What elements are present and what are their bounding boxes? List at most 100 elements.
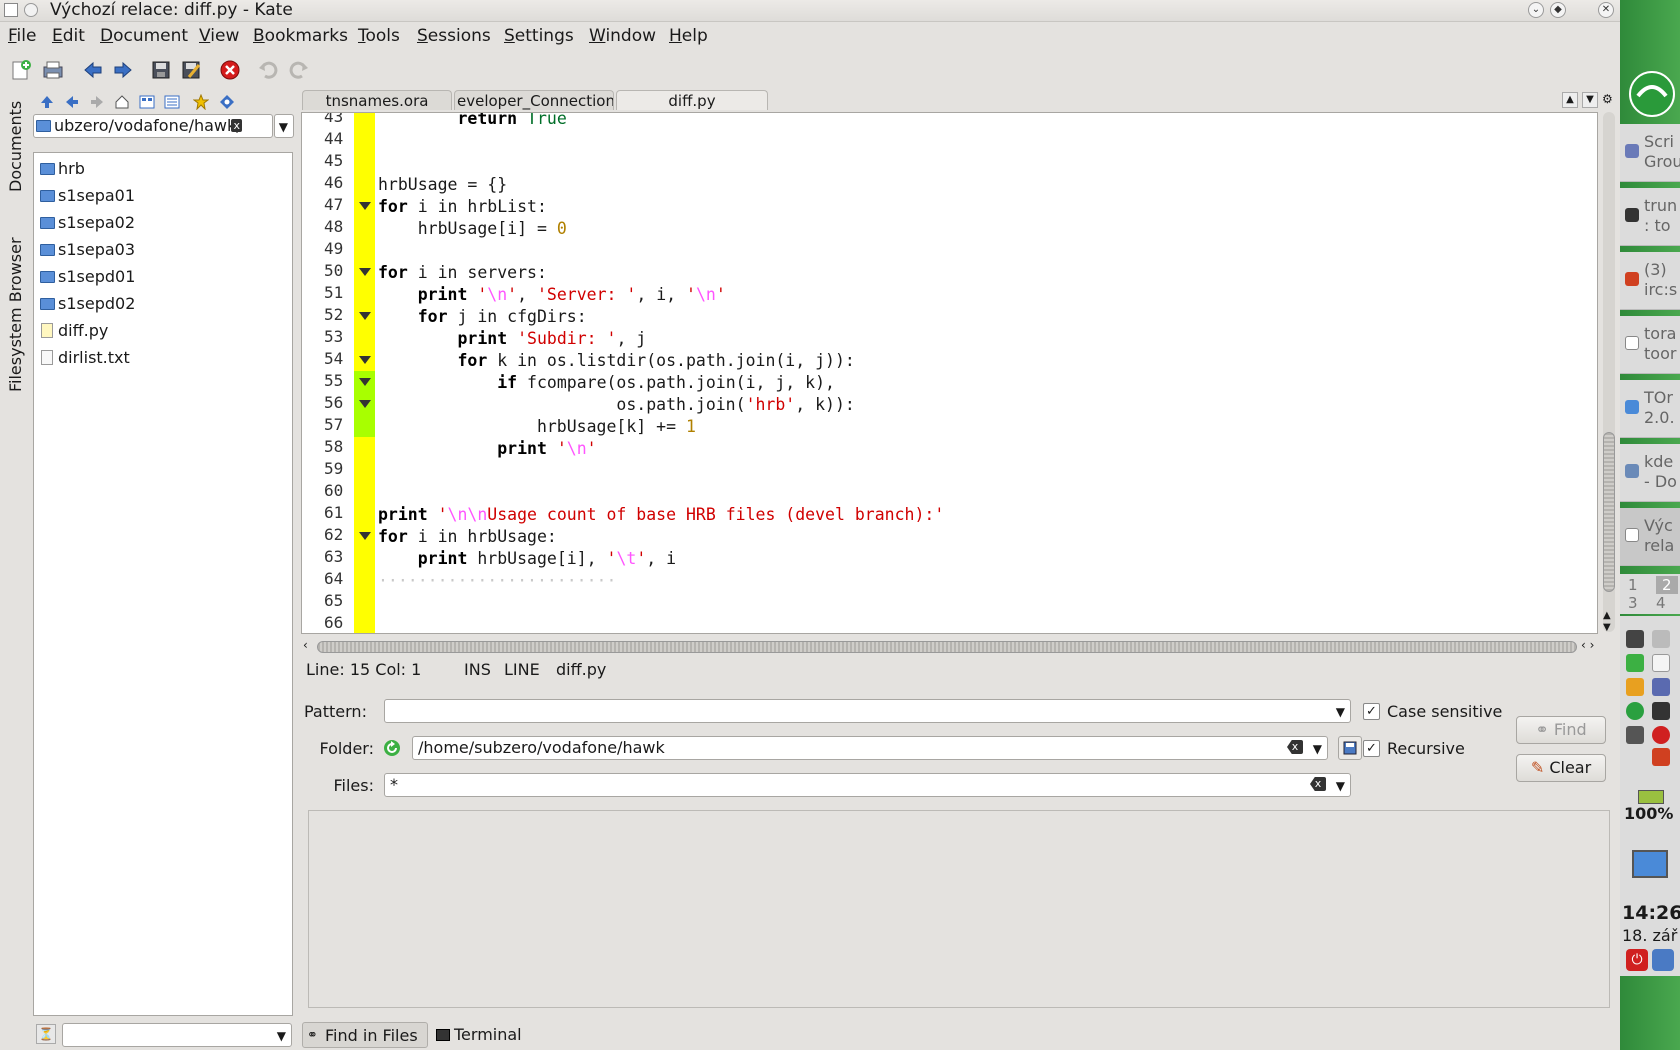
scroll-down-arrow-icon[interactable]: ▼ — [1603, 622, 1611, 633]
tray-icon[interactable] — [1652, 748, 1670, 766]
minimize-button[interactable]: ⌄ — [1528, 2, 1544, 18]
tab-terminal[interactable]: Terminal — [432, 1022, 532, 1048]
search-results-area[interactable] — [308, 810, 1610, 1008]
print-icon[interactable] — [42, 59, 64, 81]
path-dropdown-button[interactable]: ▼ — [274, 114, 294, 138]
home-icon[interactable] — [114, 94, 130, 110]
menu-sessions[interactable]: Sessions — [417, 26, 491, 46]
selection-mode[interactable]: LINE — [504, 660, 540, 679]
menu-tools[interactable]: Tools — [358, 26, 400, 46]
clear-path-icon[interactable]: x — [231, 119, 242, 132]
file-list[interactable]: hrb s1sepa01 s1sepa02 s1sepa03 s1sepd01 … — [33, 152, 293, 1016]
task-item[interactable]: trun: to — [1620, 188, 1680, 246]
volume-icon[interactable] — [1652, 630, 1670, 648]
pager-desktop-3[interactable]: 3 — [1628, 594, 1638, 612]
menu-document[interactable]: Document — [100, 26, 188, 46]
close-document-icon[interactable] — [219, 59, 241, 81]
menu-file[interactable]: File — [8, 26, 36, 46]
editor-horizontal-scrollbar[interactable]: ‹ ‹ › — [301, 638, 1598, 656]
menu-settings[interactable]: Settings — [504, 26, 574, 46]
menu-edit[interactable]: Edit — [52, 26, 85, 46]
chevron-down-icon[interactable]: ▼ — [1336, 775, 1345, 797]
maximize-button[interactable]: ◆ — [1550, 2, 1566, 18]
up-folder-icon[interactable] — [39, 94, 55, 110]
tab-diff-py[interactable]: diff.py — [616, 90, 768, 110]
chevron-down-icon[interactable]: ▼ — [1336, 701, 1345, 723]
task-item-active[interactable]: Výc rela — [1620, 508, 1680, 566]
path-combobox[interactable]: ubzero/vodafone/hawk/ x — [33, 114, 273, 138]
menu-window[interactable]: Window — [589, 26, 656, 46]
filter-combobox[interactable]: ▼ — [62, 1023, 292, 1047]
forward-arrow-icon[interactable] — [112, 59, 134, 81]
fold-marker-icon[interactable] — [359, 356, 371, 364]
network-icon[interactable] — [1626, 702, 1644, 720]
tab-config-icon[interactable]: ⚙ — [1602, 92, 1613, 108]
back-arrow-icon[interactable] — [82, 59, 104, 81]
list-item[interactable]: s1sepa03 — [38, 238, 135, 262]
app-menu-icon[interactable] — [4, 3, 18, 17]
save-icon[interactable] — [150, 59, 172, 81]
tray-icon[interactable] — [1652, 678, 1670, 696]
fold-marker-icon[interactable] — [359, 268, 371, 276]
clear-files-icon[interactable]: x — [1310, 777, 1326, 791]
chevron-down-icon[interactable]: ▼ — [277, 1025, 286, 1046]
tray-icon[interactable] — [1626, 678, 1644, 696]
fold-marker-icon[interactable] — [359, 532, 371, 540]
tab-developer-connection[interactable]: eveloper_Connection — [454, 90, 614, 110]
pager-desktop-1[interactable]: 1 — [1628, 576, 1638, 594]
tab-tnsnames[interactable]: tnsnames.ora — [302, 90, 452, 110]
clear-button[interactable]: ✎ Clear — [1516, 754, 1606, 782]
tab-find-in-files[interactable]: ⚭ Find in Files — [302, 1022, 428, 1048]
code-editor[interactable]: 43 44 45 46 47 48 49 50 51 52 53 54 55 5… — [301, 112, 1598, 634]
media-play-icon[interactable] — [1652, 702, 1670, 720]
insert-mode[interactable]: INS — [464, 660, 491, 679]
fold-marker-icon[interactable] — [359, 400, 371, 408]
list-item[interactable]: s1sepa02 — [38, 211, 135, 235]
clock-time[interactable]: 14:26 — [1622, 902, 1680, 924]
bookmarks-star-icon[interactable] — [193, 94, 209, 110]
files-filter-input[interactable]: * x ▼ — [384, 773, 1351, 797]
kde-launcher-icon[interactable] — [1628, 70, 1676, 118]
device-notifier-icon[interactable] — [1632, 850, 1668, 878]
scroll-thumb[interactable] — [1603, 432, 1615, 592]
task-item[interactable]: (3) irc:s — [1620, 252, 1680, 310]
list-item[interactable]: s1sepd02 — [38, 292, 135, 316]
tab-filesystem-browser[interactable]: Filesystem Browser — [6, 212, 25, 392]
detailed-view-icon[interactable] — [164, 94, 180, 110]
list-item[interactable]: s1sepd01 — [38, 265, 135, 289]
bluetooth-icon[interactable] — [1626, 726, 1644, 744]
recursive-checkbox[interactable]: ✓ — [1363, 740, 1380, 757]
tray-icon[interactable] — [1626, 654, 1644, 672]
update-icon[interactable] — [1652, 726, 1670, 744]
clipboard-icon[interactable] — [1652, 654, 1670, 672]
find-button[interactable]: ⚭ Find — [1516, 716, 1606, 744]
menu-help[interactable]: Help — [669, 26, 708, 46]
menu-view[interactable]: View — [199, 26, 239, 46]
task-item[interactable]: TOr 2.0. — [1620, 380, 1680, 438]
tab-scroll-down-button[interactable]: ▼ — [1582, 92, 1598, 108]
tab-scroll-up-button[interactable]: ▲ — [1562, 92, 1578, 108]
fold-marker-icon[interactable] — [359, 202, 371, 210]
list-item[interactable]: s1sepa01 — [38, 184, 135, 208]
list-item[interactable]: diff.py — [38, 319, 108, 343]
task-item[interactable]: Scri Grou — [1620, 124, 1680, 182]
fold-marker-icon[interactable] — [359, 312, 371, 320]
sync-dir-icon[interactable] — [219, 94, 235, 110]
pattern-input[interactable]: ▼ — [384, 699, 1351, 723]
battery-icon[interactable] — [1638, 790, 1664, 804]
menu-bookmarks[interactable]: Bookmarks — [253, 26, 348, 46]
scroll-right-arrow-icon[interactable]: ‹ › — [1581, 638, 1594, 652]
pin-icon[interactable] — [24, 3, 38, 17]
scroll-left-arrow-icon[interactable]: ‹ — [303, 638, 308, 652]
tab-documents[interactable]: Documents — [6, 92, 25, 192]
case-sensitive-checkbox[interactable]: ✓ — [1363, 703, 1380, 720]
folder-input[interactable]: /home/subzero/vodafone/hawk x ▼ — [412, 736, 1328, 760]
short-view-icon[interactable] — [139, 94, 155, 110]
refresh-folder-icon[interactable] — [383, 739, 401, 757]
list-item[interactable]: hrb — [38, 157, 85, 181]
browse-folder-button[interactable] — [1338, 736, 1362, 760]
close-window-button[interactable]: ✕ — [1598, 2, 1614, 18]
pager-desktop-4[interactable]: 4 — [1656, 594, 1666, 612]
save-as-icon[interactable] — [180, 59, 202, 81]
fold-marker-icon[interactable] — [359, 378, 371, 386]
